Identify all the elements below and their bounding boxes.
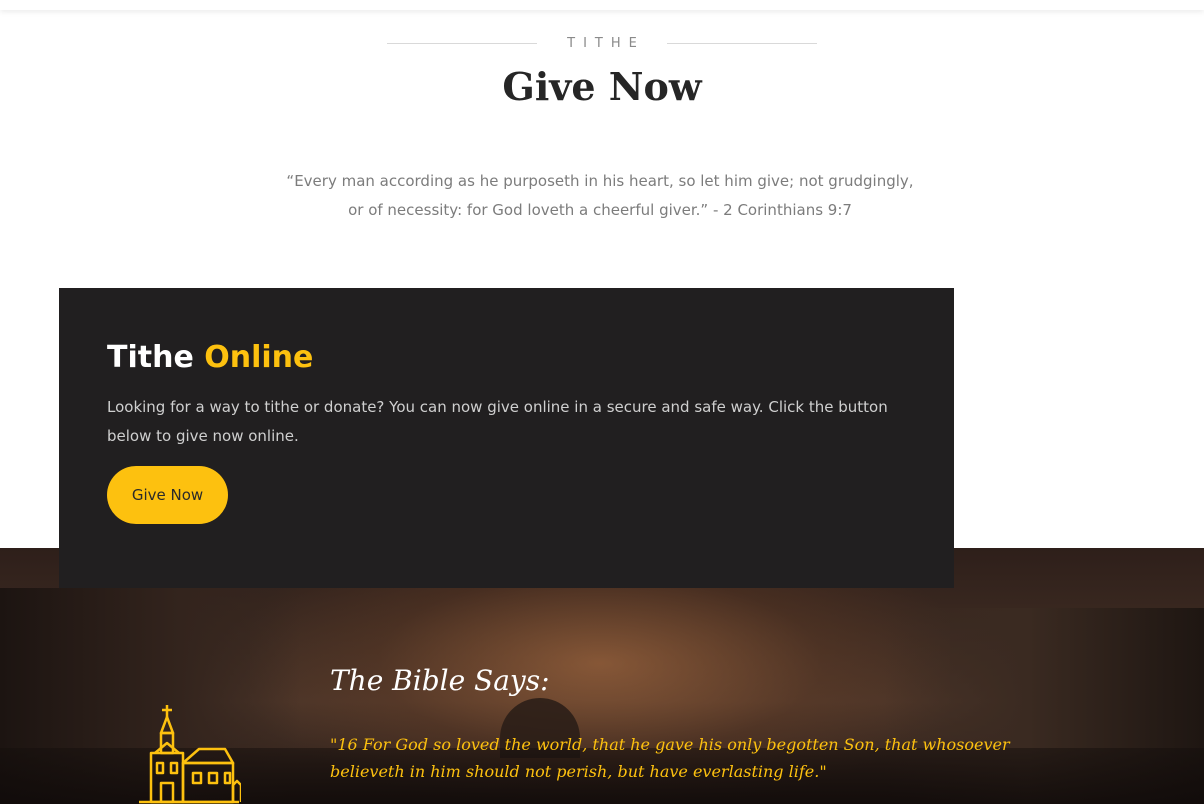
give-now-button[interactable]: Give Now [107, 466, 228, 524]
section-eyebrow: TITHE [0, 33, 1204, 53]
eyebrow-label: TITHE [567, 35, 645, 51]
tithe-online-card: Tithe Online Looking for a way to tithe … [59, 288, 954, 588]
scripture-verse: “Every man according as he purposeth in … [286, 172, 914, 219]
divider-left [387, 42, 538, 44]
card-title-accent: Online [204, 340, 314, 375]
header-bar-edge [0, 0, 1204, 10]
divider-right [666, 42, 817, 44]
page-title: Give Now [502, 64, 702, 109]
church-icon [139, 705, 241, 804]
bible-quote: "16 For God so loved the world, that he … [330, 735, 1010, 781]
bible-heading: The Bible Says: [330, 664, 550, 697]
card-description: Looking for a way to tithe or donate? Yo… [107, 398, 888, 445]
card-title: Tithe Online [107, 340, 313, 375]
card-title-main: Tithe [107, 340, 194, 375]
